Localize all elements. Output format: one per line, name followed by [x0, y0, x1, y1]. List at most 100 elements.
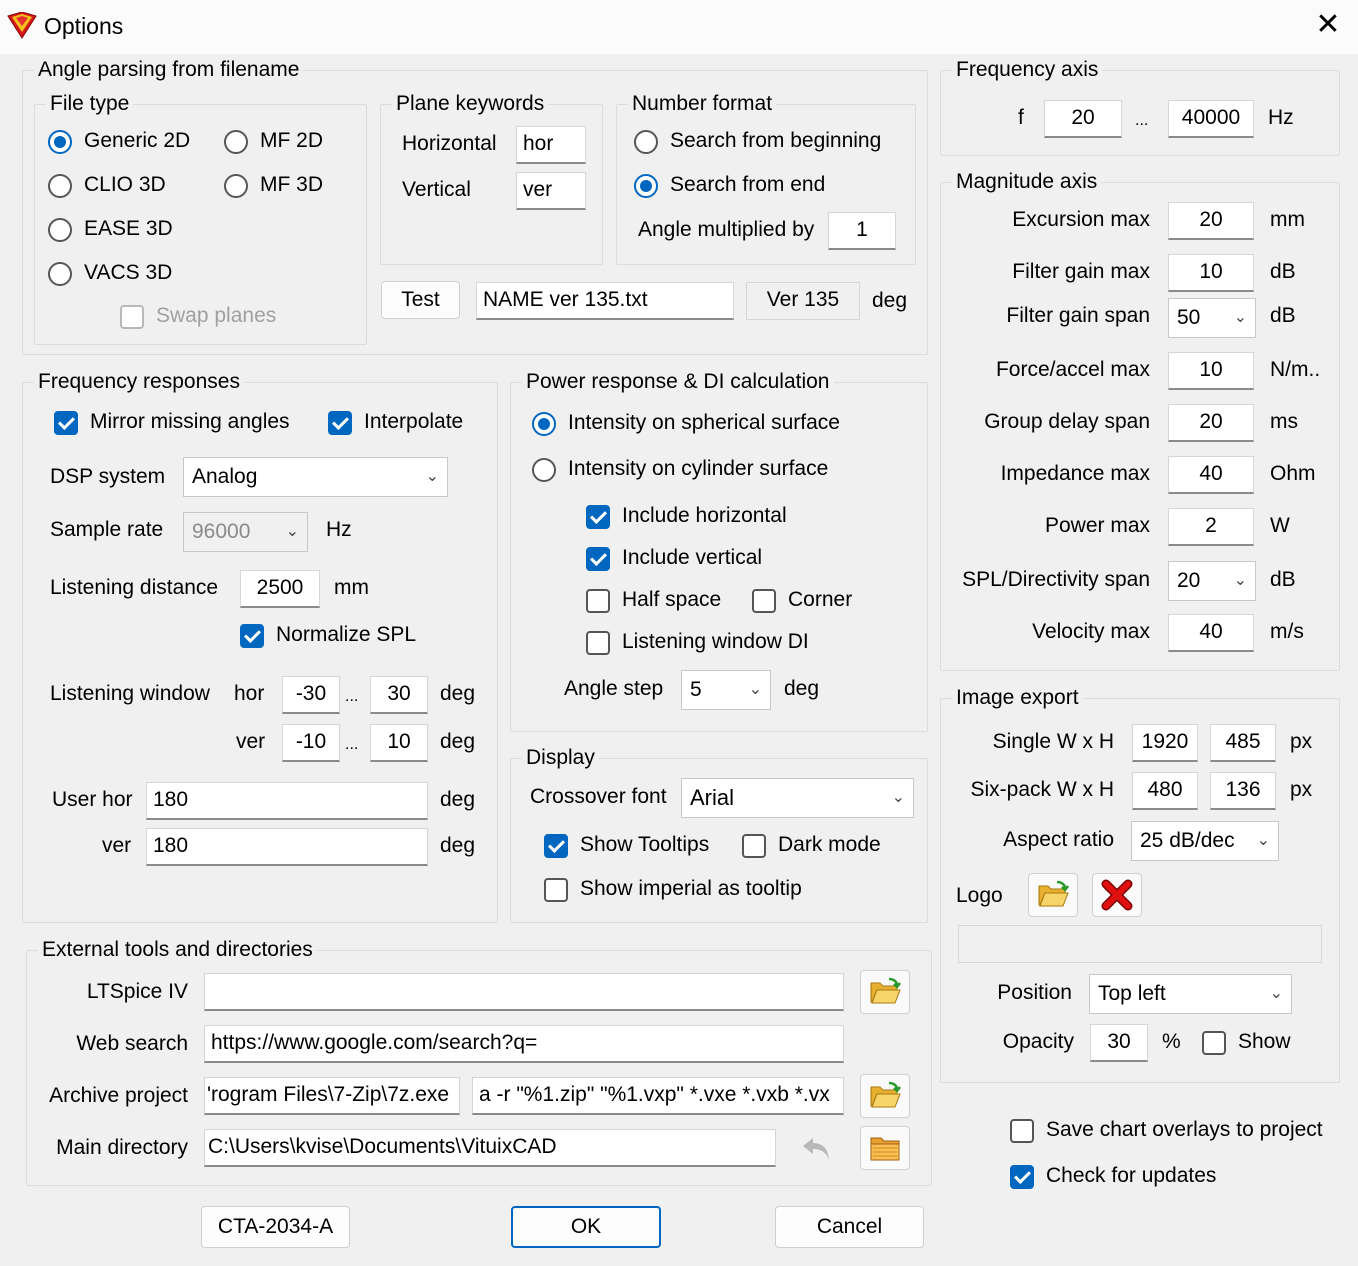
listening-window-ver-min[interactable]: -10 [282, 724, 340, 762]
radio-ease-3d[interactable] [48, 218, 72, 242]
chevron-down-icon: ⌄ [425, 468, 439, 485]
single-height-input[interactable]: 485 [1210, 724, 1276, 762]
single-width-input[interactable]: 1920 [1132, 724, 1198, 762]
power-max-unit: W [1270, 514, 1290, 537]
angle-step-label: Angle step [564, 677, 664, 700]
sample-rate-select[interactable]: 96000 ⌄ [183, 512, 308, 552]
ltspice-browse-button[interactable] [860, 970, 910, 1014]
display-title: Display [522, 746, 599, 770]
radio-cylinder-surface[interactable] [532, 458, 556, 482]
dark-mode-label: Dark mode [778, 833, 881, 856]
radio-clio-3d[interactable] [48, 174, 72, 198]
radio-mf-3d[interactable] [224, 174, 248, 198]
radio-vacs-3d[interactable] [48, 262, 72, 286]
ok-button[interactable]: OK [511, 1206, 661, 1248]
user-hor-label: User hor [52, 788, 133, 811]
frequency-min-input[interactable]: 20 [1044, 100, 1122, 138]
angle-step-select[interactable]: 5 ⌄ [681, 670, 771, 710]
mirror-missing-checkbox[interactable] [54, 411, 78, 435]
archive-args-input[interactable]: a -r "%1.zip" "%1.vxp" *.vxe *.vxb *.vx [472, 1077, 844, 1115]
test-button[interactable]: Test [381, 281, 460, 319]
spl-directivity-span-value: 20 [1177, 569, 1201, 592]
main-directory-browse-button[interactable] [860, 1126, 910, 1170]
cancel-button[interactable]: Cancel [775, 1206, 924, 1248]
close-button[interactable]: ✕ [1308, 6, 1348, 46]
cta-2034-a-button[interactable]: CTA-2034-A [201, 1206, 350, 1248]
group-delay-span-label: Group delay span [984, 410, 1150, 433]
vertical-keyword-input[interactable]: ver [516, 172, 586, 210]
undo-button[interactable] [792, 1126, 842, 1170]
sixpack-height-input[interactable]: 136 [1210, 772, 1276, 810]
radio-mf-2d[interactable] [224, 130, 248, 154]
radio-cylinder-surface-label: Intensity on cylinder surface [568, 457, 829, 480]
filter-gain-max-input[interactable]: 10 [1168, 254, 1254, 292]
archive-browse-button[interactable] [860, 1074, 910, 1118]
normalize-spl-checkbox[interactable] [240, 624, 264, 648]
chevron-down-icon: ⌄ [1233, 309, 1247, 326]
file-type-title: File type [46, 92, 134, 116]
delete-x-icon [1101, 879, 1133, 911]
test-filename-input[interactable]: NAME ver 135.txt [476, 282, 734, 320]
dsp-system-label: DSP system [50, 465, 166, 488]
user-ver-input[interactable]: 180 [146, 828, 428, 866]
listening-window-hor-min[interactable]: -30 [282, 676, 340, 714]
interpolate-checkbox[interactable] [328, 411, 352, 435]
interpolate-label: Interpolate [364, 410, 464, 433]
excursion-max-input[interactable]: 20 [1168, 202, 1254, 240]
listening-distance-input[interactable]: 2500 [240, 570, 320, 608]
radio-spherical-surface[interactable] [532, 412, 556, 436]
logo-browse-button[interactable] [1028, 873, 1078, 917]
crossover-font-select[interactable]: Arial ⌄ [681, 778, 914, 818]
position-select[interactable]: Top left ⌄ [1089, 974, 1292, 1014]
listening-window-label: Listening window [50, 682, 210, 705]
show-tooltips-checkbox[interactable] [544, 834, 568, 858]
save-overlays-checkbox[interactable] [1010, 1119, 1034, 1143]
listening-window-di-checkbox[interactable] [586, 631, 610, 655]
show-imperial-checkbox[interactable] [544, 878, 568, 902]
vertical-keyword-label: Vertical [402, 178, 471, 201]
filter-gain-span-select[interactable]: 50 ⌄ [1168, 298, 1256, 338]
aspect-ratio-select[interactable]: 25 dB/dec ⌄ [1131, 821, 1279, 861]
swap-planes-checkbox[interactable] [120, 305, 144, 329]
impedance-max-input[interactable]: 40 [1168, 456, 1254, 494]
radio-ease-3d-label: EASE 3D [84, 217, 173, 240]
user-hor-input[interactable]: 180 [146, 782, 428, 820]
folder-open-icon [1037, 881, 1069, 909]
ltspice-input[interactable] [204, 973, 844, 1011]
listening-window-di-label: Listening window DI [622, 630, 809, 653]
radio-generic-2d[interactable] [48, 130, 72, 154]
deg-unit: deg [440, 730, 476, 753]
dsp-system-select[interactable]: Analog ⌄ [183, 457, 448, 497]
web-search-input[interactable]: https://www.google.com/search?q= [204, 1025, 844, 1063]
main-directory-input[interactable]: C:\Users\kvise\Documents\VituixCAD [204, 1129, 776, 1167]
crossover-font-value: Arial [690, 785, 735, 810]
opacity-input[interactable]: 30 [1090, 1024, 1148, 1062]
group-delay-span-input[interactable]: 20 [1168, 404, 1254, 442]
check-updates-checkbox[interactable] [1010, 1165, 1034, 1189]
radio-generic-2d-label: Generic 2D [84, 129, 191, 152]
sixpack-width-input[interactable]: 480 [1132, 772, 1198, 810]
listening-window-ver-max[interactable]: 10 [370, 724, 428, 762]
angle-multiplier-input[interactable]: 1 [828, 212, 896, 250]
horizontal-keyword-input[interactable]: hor [516, 126, 586, 164]
radio-search-end[interactable] [634, 174, 658, 198]
radio-search-beginning[interactable] [634, 130, 658, 154]
archive-exe-input[interactable]: 'rogram Files\7-Zip\7z.exe [204, 1077, 460, 1115]
dark-mode-checkbox[interactable] [742, 834, 766, 858]
velocity-max-label: Velocity max [1032, 620, 1150, 643]
listening-distance-label: Listening distance [50, 576, 219, 599]
spl-directivity-span-select[interactable]: 20 ⌄ [1168, 561, 1256, 601]
include-vertical-checkbox[interactable] [586, 547, 610, 571]
frequency-axis-title: Frequency axis [952, 58, 1103, 82]
corner-checkbox[interactable] [752, 589, 776, 613]
logo-remove-button[interactable] [1092, 873, 1142, 917]
listening-window-hor-max[interactable]: 30 [370, 676, 428, 714]
force-accel-max-input[interactable]: 10 [1168, 352, 1254, 390]
power-max-input[interactable]: 2 [1168, 508, 1254, 546]
frequency-max-input[interactable]: 40000 [1168, 100, 1254, 138]
velocity-max-input[interactable]: 40 [1168, 614, 1254, 652]
deg-unit: deg [440, 834, 476, 857]
logo-show-checkbox[interactable] [1202, 1031, 1226, 1055]
half-space-checkbox[interactable] [586, 589, 610, 613]
include-horizontal-checkbox[interactable] [586, 505, 610, 529]
